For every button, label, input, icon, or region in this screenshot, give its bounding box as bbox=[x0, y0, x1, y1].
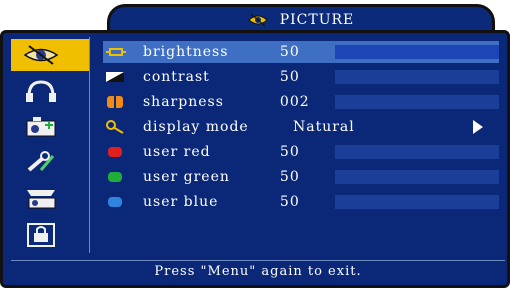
brightness-value: 50 bbox=[279, 44, 300, 60]
user-blue-value: 50 bbox=[279, 194, 300, 210]
picture-eye-icon bbox=[23, 45, 59, 65]
user-red-label: user red bbox=[143, 144, 211, 160]
user-green-label: user green bbox=[143, 169, 230, 185]
contrast-slider[interactable] bbox=[334, 70, 499, 84]
sidebar-item-lock[interactable] bbox=[11, 219, 89, 251]
exit-hint: Press "Menu" again to exit. bbox=[11, 260, 505, 281]
sidebar-item-tools[interactable] bbox=[11, 147, 89, 179]
sharpness-value: 002 bbox=[279, 94, 310, 110]
lock-icon bbox=[27, 223, 55, 247]
user-red-value: 50 bbox=[279, 144, 300, 160]
page-title: PICTURE bbox=[279, 11, 355, 28]
user-green-value: 50 bbox=[279, 169, 300, 185]
sidebar-item-audio[interactable] bbox=[11, 75, 89, 107]
osd-menu-panel: brightness 50 contrast 50 sharpness 002 … bbox=[0, 30, 510, 288]
tools-icon bbox=[27, 151, 55, 172]
contrast-icon bbox=[105, 70, 127, 84]
red-channel-icon bbox=[105, 145, 127, 159]
brightness-icon bbox=[105, 45, 127, 59]
user-red-slider[interactable] bbox=[334, 145, 499, 159]
menu-row-sharpness[interactable]: sharpness 002 bbox=[103, 91, 499, 113]
contrast-label: contrast bbox=[143, 69, 210, 85]
sharpness-slider[interactable] bbox=[334, 95, 499, 109]
sidebar-divider bbox=[89, 37, 90, 253]
sidebar-item-picture[interactable] bbox=[11, 39, 89, 71]
sharpness-icon bbox=[105, 95, 127, 109]
menu-title-tab: PICTURE bbox=[107, 4, 495, 32]
sidebar-item-setup[interactable] bbox=[11, 111, 89, 143]
menu-row-user-blue[interactable]: user blue 50 bbox=[103, 191, 499, 213]
picture-eye-icon bbox=[247, 12, 268, 28]
contrast-value: 50 bbox=[279, 69, 300, 85]
display-mode-label: display mode bbox=[143, 119, 249, 135]
menu-row-user-green[interactable]: user green 50 bbox=[103, 166, 499, 188]
user-blue-slider[interactable] bbox=[334, 195, 499, 209]
brightness-label: brightness bbox=[143, 44, 229, 60]
sidebar-item-projector[interactable] bbox=[11, 183, 89, 215]
user-green-slider[interactable] bbox=[334, 170, 499, 184]
projector-icon bbox=[27, 190, 56, 209]
sidebar bbox=[11, 39, 91, 253]
menu-row-brightness[interactable]: brightness 50 bbox=[103, 41, 499, 63]
brightness-slider[interactable] bbox=[334, 45, 499, 59]
headphones-icon bbox=[26, 80, 56, 102]
menu-row-contrast[interactable]: contrast 50 bbox=[103, 66, 499, 88]
blue-channel-icon bbox=[105, 195, 127, 209]
green-channel-icon bbox=[105, 170, 127, 184]
sharpness-label: sharpness bbox=[143, 94, 224, 110]
display-mode-value: Natural bbox=[293, 119, 355, 135]
menu-row-display-mode[interactable]: display mode Natural bbox=[103, 116, 499, 138]
user-blue-label: user blue bbox=[143, 194, 219, 210]
display-mode-next-arrow-icon[interactable] bbox=[473, 120, 483, 134]
camera-plus-icon bbox=[26, 117, 56, 137]
menu-row-user-red[interactable]: user red 50 bbox=[103, 141, 499, 163]
display-mode-icon bbox=[105, 120, 127, 134]
